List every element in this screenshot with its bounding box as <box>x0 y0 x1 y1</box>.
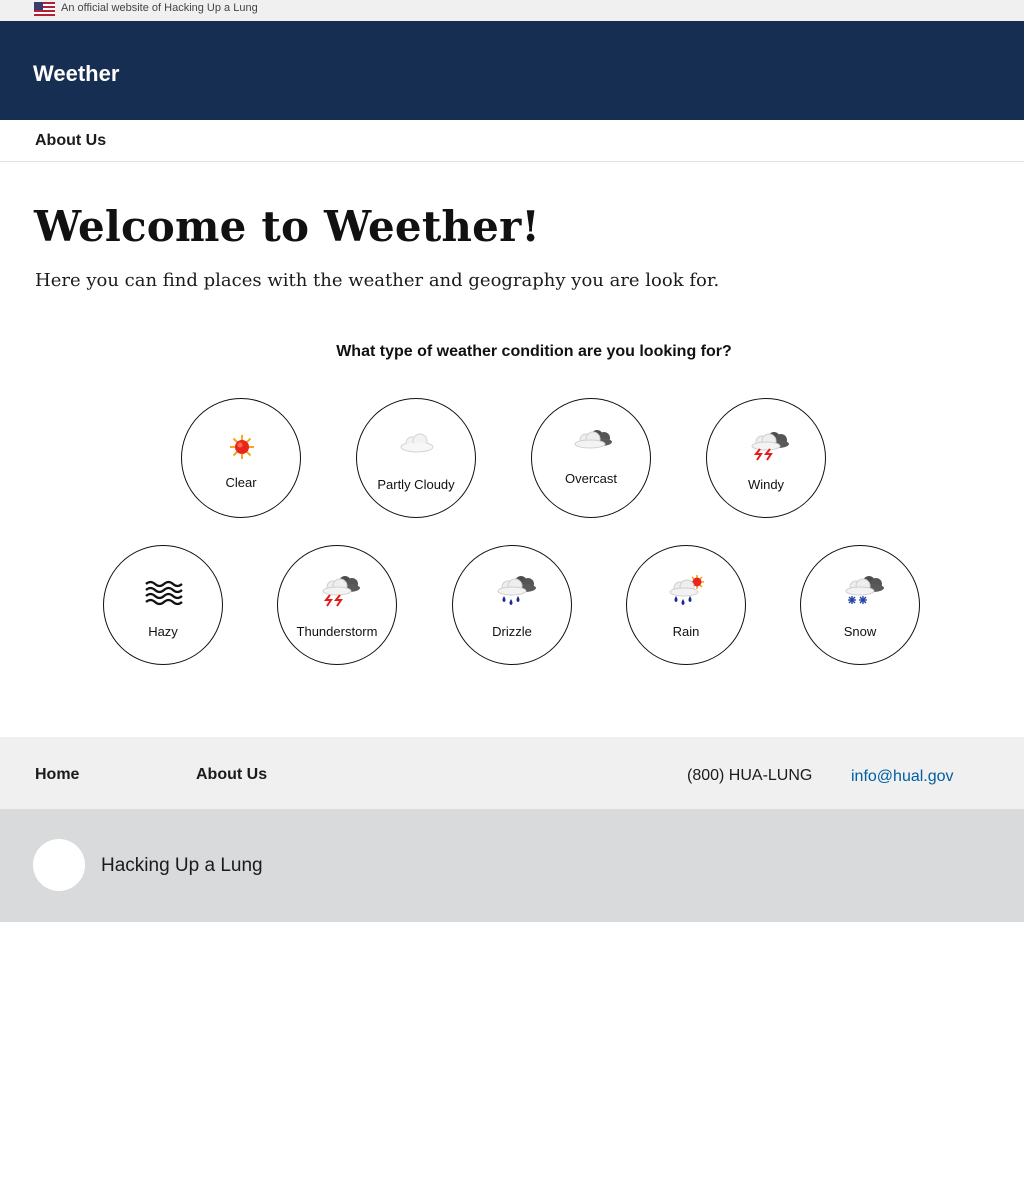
drizzle-icon <box>497 576 536 605</box>
org-name: Hacking Up a Lung <box>101 855 263 876</box>
us-flag-icon <box>34 2 55 16</box>
condition-label: Overcast <box>564 471 617 486</box>
footer-email-link[interactable]: info@hual.gov <box>851 768 954 786</box>
thunderstorm-icon <box>322 576 360 607</box>
banner-text: An official website of Hacking Up a Lung <box>61 2 258 14</box>
condition-button-snow[interactable]: Snow <box>800 545 920 665</box>
condition-button-thunderstorm[interactable]: Thunderstorm <box>277 545 397 665</box>
page-subtitle: Here you can find places with the weathe… <box>35 270 720 291</box>
official-banner: An official website of Hacking Up a Lung <box>0 0 1024 21</box>
page-title: Welcome to Weether! <box>34 202 541 251</box>
condition-label: Clear <box>225 475 257 490</box>
condition-label: Partly Cloudy <box>377 477 455 492</box>
condition-button-hazy[interactable]: Hazy <box>103 545 223 665</box>
condition-button-clear[interactable]: Clear <box>181 398 301 518</box>
primary-nav: About Us <box>0 120 1024 162</box>
condition-button-windy[interactable]: Windy <box>706 398 826 518</box>
condition-button-drizzle[interactable]: Drizzle <box>452 545 572 665</box>
footer-link-about-us[interactable]: About Us <box>196 766 267 784</box>
cloud-icon <box>400 433 434 453</box>
condition-button-rain[interactable]: Rain <box>626 545 746 665</box>
condition-button-partly-cloudy[interactable]: Partly Cloudy <box>356 398 476 518</box>
condition-label: Drizzle <box>492 624 532 639</box>
footer-nav: Home About Us (800) HUA-LUNG info@hual.g… <box>0 737 1024 809</box>
footer-link-home[interactable]: Home <box>35 766 79 784</box>
condition-button-overcast[interactable]: Overcast <box>531 398 651 518</box>
rain-icon <box>669 575 704 605</box>
condition-label: Hazy <box>148 624 178 639</box>
haze-icon <box>145 580 183 606</box>
storm-cloud-icon <box>751 432 789 461</box>
site-header: Weether <box>0 21 1024 120</box>
condition-label: Rain <box>672 624 700 639</box>
overcast-icon <box>574 430 612 449</box>
weather-question: What type of weather condition are you l… <box>336 343 732 360</box>
site-title[interactable]: Weether <box>33 61 119 87</box>
snow-icon <box>845 576 884 604</box>
condition-label: Thunderstorm <box>296 624 378 639</box>
footer-identity: Hacking Up a Lung <box>0 809 1024 922</box>
nav-link-about-us[interactable]: About Us <box>35 132 106 150</box>
condition-label: Windy <box>747 477 785 492</box>
footer-phone: (800) HUA-LUNG <box>687 767 813 784</box>
sun-icon <box>230 435 254 459</box>
org-logo <box>33 839 85 891</box>
condition-label: Snow <box>843 624 877 639</box>
